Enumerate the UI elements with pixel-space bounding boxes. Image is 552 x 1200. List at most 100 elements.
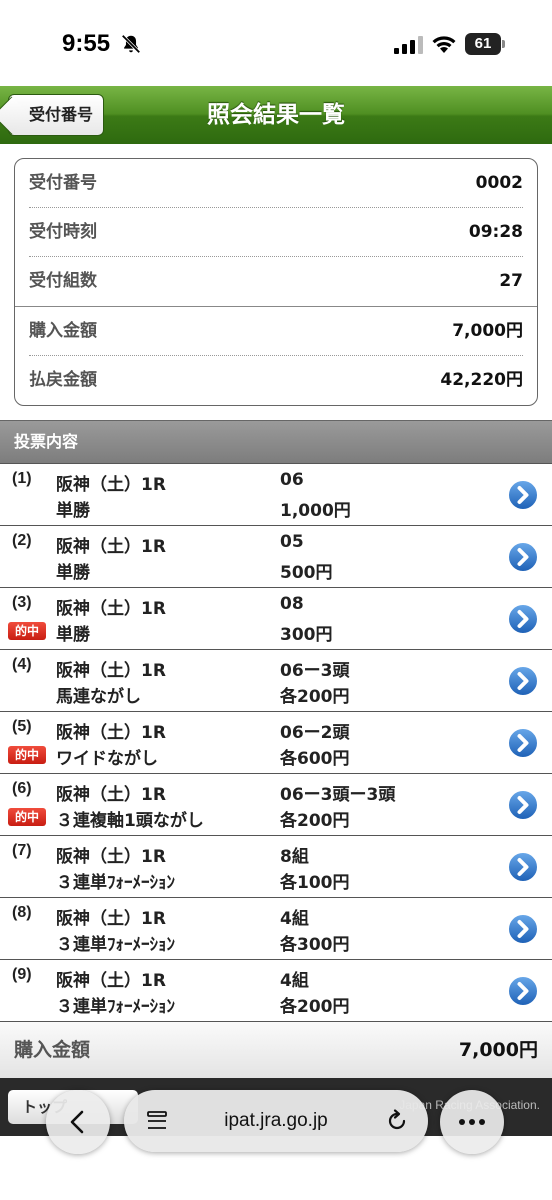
bell-muted-icon [121, 34, 141, 54]
bet-row[interactable]: (5) 的中 阪神（土）1R ワイドながし 06ー2頭 各600円 [0, 712, 552, 774]
bet-amount: 300円 [280, 625, 333, 645]
summary-label: 払戻金額 [29, 370, 97, 390]
bet-type: 単勝 [56, 625, 90, 645]
summary-value: 09:28 [468, 222, 523, 242]
chevron-right-circle-icon[interactable] [507, 727, 539, 759]
bet-row[interactable]: (6) 的中 阪神（土）1R ３連複軸1頭ながし 06ー3頭ー3頭 各200円 [0, 774, 552, 836]
section-header: 投票内容 [0, 420, 552, 464]
total-label: 購入金額 [14, 1039, 91, 1061]
reload-icon[interactable] [384, 1108, 410, 1134]
chevron-right-circle-icon[interactable] [507, 851, 539, 883]
chevron-right-circle-icon[interactable] [507, 789, 539, 821]
bet-race: 阪神（土）1R [56, 475, 166, 495]
bet-amount: 各200円 [280, 997, 350, 1017]
bet-type: 単勝 [56, 563, 90, 583]
bet-race: 阪神（土）1R [56, 537, 166, 557]
url-text: ipat.jra.go.jp [224, 1110, 328, 1131]
bet-type: ３連単ﾌｫｰﾒｰｼｮﾝ [56, 997, 175, 1017]
bet-type: ３連単ﾌｫｰﾒｰｼｮﾝ [56, 873, 175, 893]
bet-combination: 4組 [280, 909, 309, 929]
summary-label: 受付番号 [29, 173, 97, 193]
hit-badge: 的中 [8, 808, 46, 826]
bet-combination: 06ー3頭ー3頭 [280, 785, 396, 805]
bet-combination: 4組 [280, 971, 309, 991]
bet-row[interactable]: (8) 阪神（土）1R ３連単ﾌｫｰﾒｰｼｮﾝ 4組 各300円 [0, 898, 552, 960]
summary-row-purchase-amount: 購入金額 7,000円 [29, 307, 523, 355]
hit-badge: 的中 [8, 622, 46, 640]
bet-number: (3) [12, 594, 32, 611]
summary-row-bet-count: 受付組数 27 [29, 257, 523, 305]
summary-row-receipt-time: 受付時刻 09:28 [29, 208, 523, 256]
browser-more-button[interactable] [440, 1090, 504, 1154]
wifi-icon [432, 36, 456, 53]
chevron-right-circle-icon[interactable] [507, 479, 539, 511]
summary-row-receipt-number: 受付番号 0002 [29, 159, 523, 207]
bet-number: (2) [12, 532, 32, 549]
bet-number: (4) [12, 656, 32, 673]
bet-row[interactable]: (2) 阪神（土）1R 単勝 05 500円 [0, 526, 552, 588]
bet-amount: 1,000円 [280, 501, 351, 521]
address-bar[interactable]: ipat.jra.go.jp [124, 1090, 428, 1152]
bet-row[interactable]: (9) 阪神（土）1R ３連単ﾌｫｰﾒｰｼｮﾝ 4組 各200円 [0, 960, 552, 1022]
bet-combination: 06ー3頭 [280, 661, 350, 681]
summary-value: 42,220円 [440, 370, 523, 390]
summary-value: 0002 [475, 173, 523, 193]
bet-number: (7) [12, 842, 32, 859]
bet-number: (8) [12, 904, 32, 921]
bet-race: 阪神（土）1R [56, 847, 166, 867]
section-title: 投票内容 [14, 432, 79, 451]
bet-amount: 500円 [280, 563, 333, 583]
summary-card: 受付番号 0002 受付時刻 09:28 受付組数 27 購入金額 7,000円… [14, 158, 538, 406]
bet-type: ３連複軸1頭ながし [56, 811, 204, 831]
hit-badge: 的中 [8, 746, 46, 764]
bet-number: (9) [12, 966, 32, 983]
chevron-right-circle-icon[interactable] [507, 541, 539, 573]
total-bar: 購入金額 7,000円 [0, 1022, 552, 1078]
bet-row[interactable]: (3) 的中 阪神（土）1R 単勝 08 300円 [0, 588, 552, 650]
chevron-right-circle-icon[interactable] [507, 665, 539, 697]
bet-race: 阪神（土）1R [56, 723, 166, 743]
bet-number: (6) [12, 780, 32, 797]
bet-type: ３連単ﾌｫｰﾒｰｼｮﾝ [56, 935, 175, 955]
total-value: 7,000円 [458, 1039, 538, 1061]
bet-combination: 05 [280, 532, 304, 552]
summary-row-payout-amount: 払戻金額 42,220円 [29, 356, 523, 404]
header-bar: 受付番号 照会結果一覧 [0, 86, 552, 144]
browser-back-button[interactable] [46, 1090, 110, 1154]
bet-row[interactable]: (1) 阪神（土）1R 単勝 06 1,000円 [0, 464, 552, 526]
bet-type: ワイドながし [56, 749, 158, 769]
bet-type: 単勝 [56, 501, 90, 521]
bet-combination: 06ー2頭 [280, 723, 350, 743]
chevron-right-circle-icon[interactable] [507, 603, 539, 635]
bet-type: 馬連ながし [56, 687, 141, 707]
chevron-right-circle-icon[interactable] [507, 975, 539, 1007]
bet-amount: 各300円 [280, 935, 350, 955]
signal-icon [394, 36, 423, 54]
bet-number: (1) [12, 470, 32, 487]
bet-amount: 各100円 [280, 873, 350, 893]
chevron-right-circle-icon[interactable] [507, 913, 539, 945]
summary-label: 受付組数 [29, 271, 97, 291]
page-title: 照会結果一覧 [207, 102, 345, 128]
bet-number: (5) [12, 718, 32, 735]
bet-race: 阪神（土）1R [56, 599, 166, 619]
bet-combination: 8組 [280, 847, 309, 867]
bet-race: 阪神（土）1R [56, 785, 166, 805]
bet-amount: 各200円 [280, 811, 350, 831]
summary-value: 27 [499, 271, 523, 291]
battery-level: 61 [465, 33, 501, 55]
summary-label: 購入金額 [29, 321, 97, 341]
bet-row[interactable]: (7) 阪神（土）1R ３連単ﾌｫｰﾒｰｼｮﾝ 8組 各100円 [0, 836, 552, 898]
bet-combination: 06 [280, 470, 304, 490]
bet-race: 阪神（土）1R [56, 909, 166, 929]
status-bar: 9:55 61 [0, 0, 552, 86]
chevron-left-icon [70, 1110, 84, 1134]
bet-race: 阪神（土）1R [56, 971, 166, 991]
summary-value: 7,000円 [452, 321, 523, 341]
bet-amount: 各600円 [280, 749, 350, 769]
bet-race: 阪神（土）1R [56, 661, 166, 681]
bet-combination: 08 [280, 594, 304, 614]
bet-amount: 各200円 [280, 687, 350, 707]
bet-list: (1) 阪神（土）1R 単勝 06 1,000円 (2) 阪神（土）1R 単勝 … [0, 464, 552, 1022]
bet-row[interactable]: (4) 阪神（土）1R 馬連ながし 06ー3頭 各200円 [0, 650, 552, 712]
